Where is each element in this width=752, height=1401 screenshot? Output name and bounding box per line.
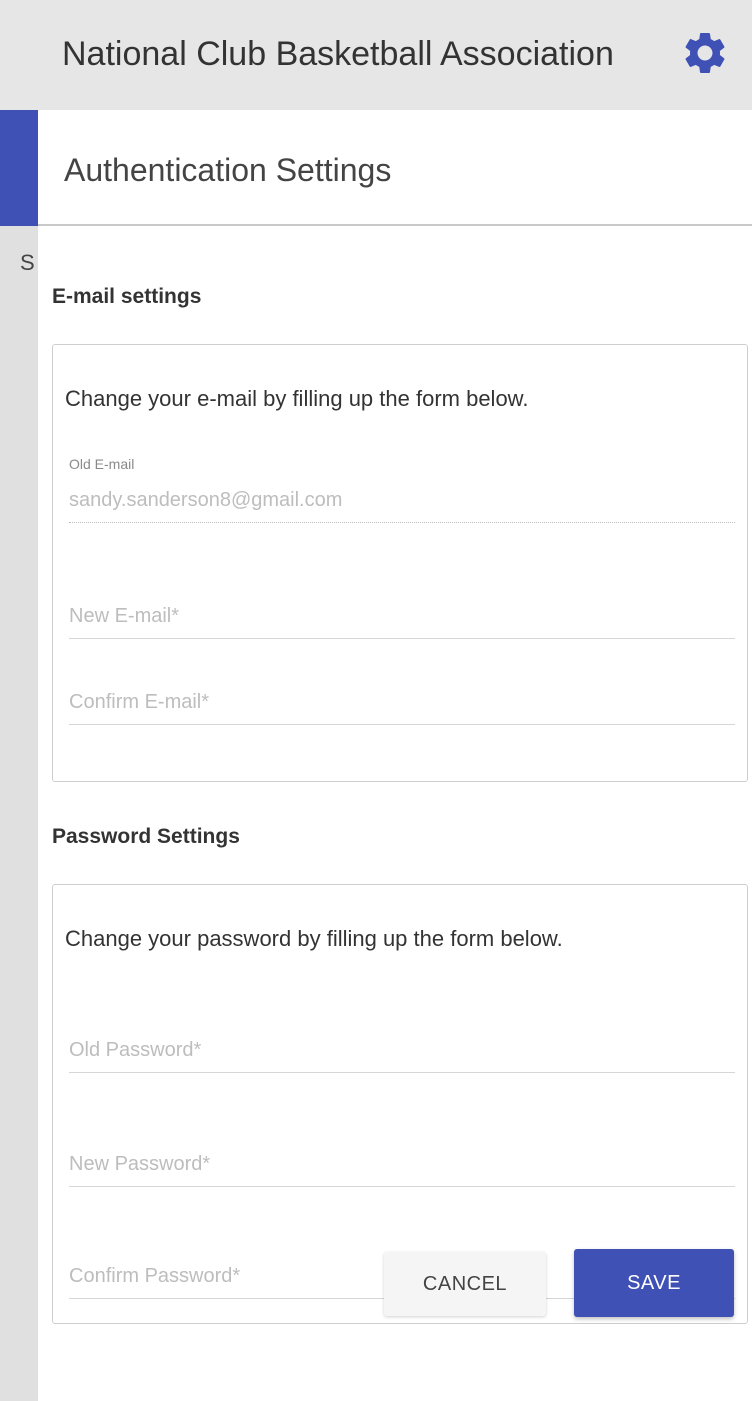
authentication-settings-dialog: Authentication Settings E-mail settings … (38, 110, 752, 1401)
background-partial-text: S (20, 250, 35, 275)
dialog-title: Authentication Settings (64, 152, 392, 188)
confirm-email-field[interactable] (69, 689, 735, 725)
new-password-field[interactable] (69, 1151, 735, 1187)
background-page (0, 110, 38, 1401)
cancel-button[interactable]: CANCEL (384, 1252, 546, 1316)
confirm-email-field-group (69, 689, 735, 749)
email-settings-description: Change your e-mail by filling up the for… (65, 386, 529, 411)
save-button[interactable]: SAVE (574, 1249, 734, 1317)
email-settings-card: Change your e-mail by filling up the for… (52, 344, 748, 782)
old-password-field[interactable] (69, 1037, 735, 1073)
app-title: National Club Basketball Association (62, 35, 614, 73)
new-password-field-group (69, 1151, 735, 1211)
gear-icon (685, 32, 725, 73)
app-bar: National Club Basketball Association (0, 0, 752, 110)
new-email-field-group (69, 603, 735, 663)
settings-button[interactable] (680, 28, 730, 78)
password-settings-heading: Password Settings (52, 825, 240, 848)
background-accent-bar (0, 110, 38, 226)
old-email-field (69, 487, 735, 523)
email-settings-heading: E-mail settings (52, 285, 202, 308)
old-password-field-group (69, 1037, 735, 1097)
password-settings-description: Change your password by filling up the f… (65, 926, 563, 951)
old-email-label: Old E-mail (69, 456, 135, 472)
old-email-field-group: Old E-mail (69, 455, 735, 531)
dialog-header: Authentication Settings (38, 110, 752, 226)
new-email-field[interactable] (69, 603, 735, 639)
